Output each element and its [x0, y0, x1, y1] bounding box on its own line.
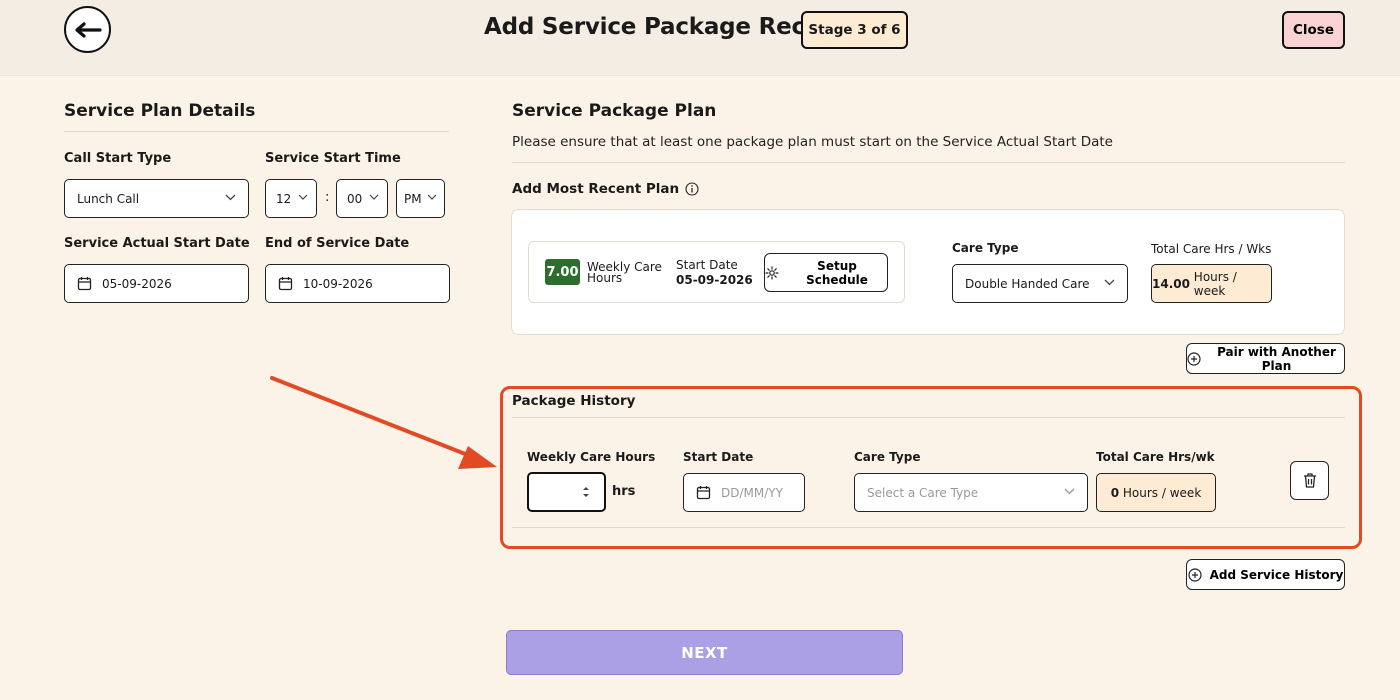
- annotation-arrow: [270, 376, 497, 469]
- next-button[interactable]: NEXT: [506, 630, 903, 675]
